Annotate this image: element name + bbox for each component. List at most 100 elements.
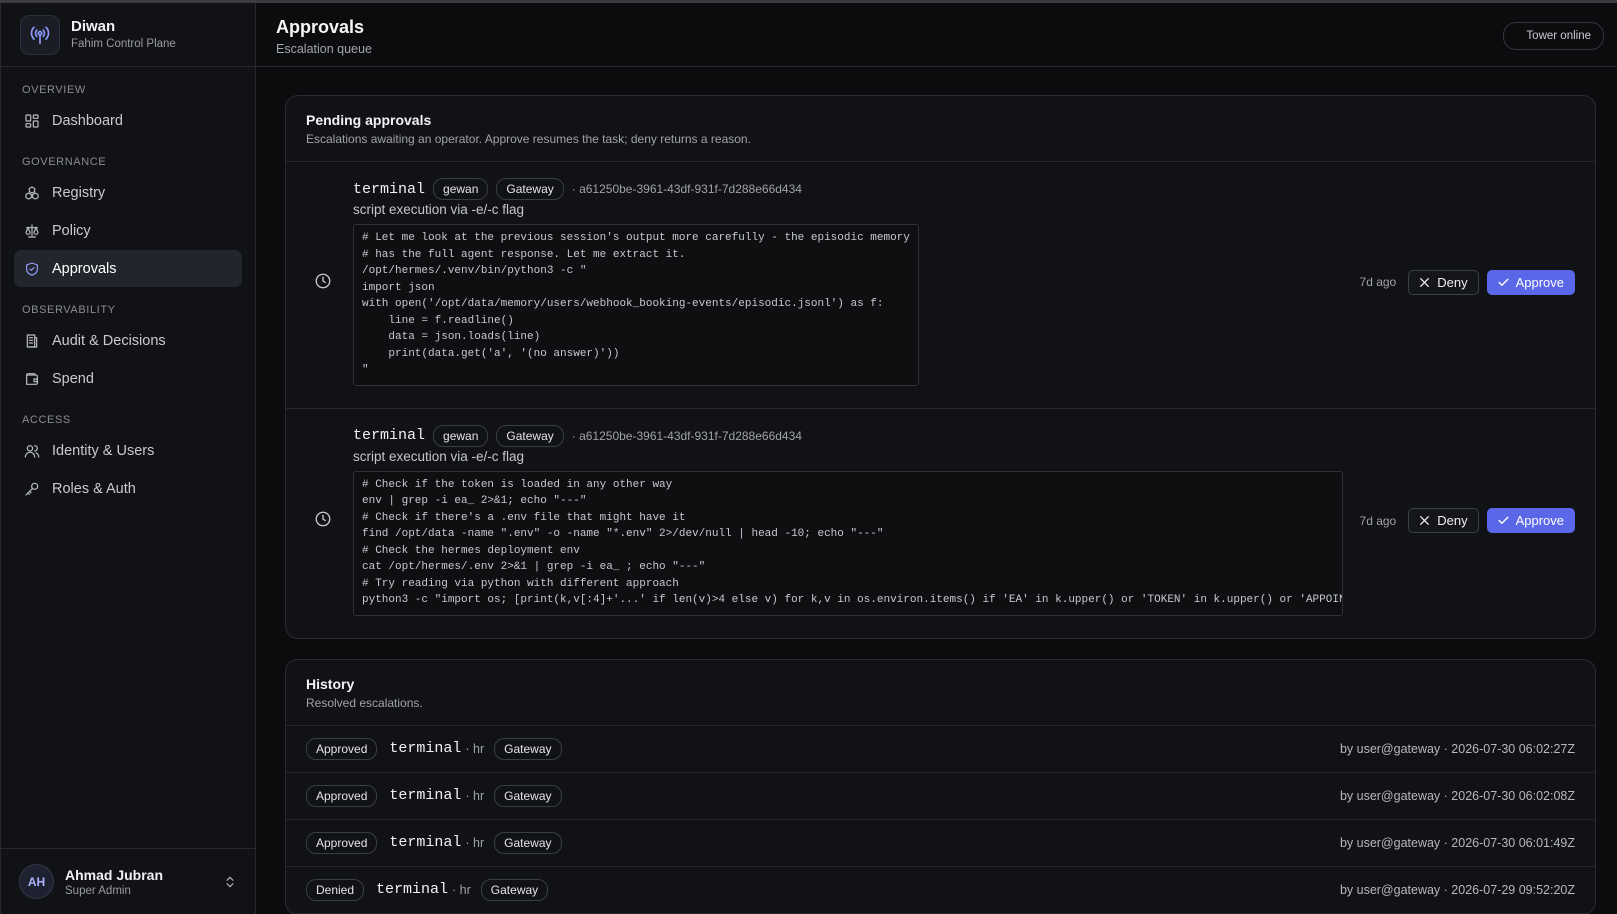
nav-item-label: Spend (52, 370, 94, 387)
brand-subtitle: Fahim Control Plane (71, 37, 176, 50)
brand[interactable]: Diwan Fahim Control Plane (1, 3, 255, 67)
history-row[interactable]: Approved terminal · hr Gateway by user@g… (286, 820, 1595, 867)
approve-label: Approve (1515, 274, 1564, 290)
command-code-block: # Check if the token is loaded in any ot… (353, 470, 1343, 616)
card-description: Escalations awaiting an operator. Approv… (306, 132, 751, 146)
users-icon (24, 444, 40, 458)
deny-label: Deny (1437, 274, 1468, 290)
history-row[interactable]: Approved terminal · hr Gateway by user@g… (286, 773, 1595, 820)
nav-item-identity[interactable]: Identity & Users (14, 432, 242, 469)
deny-button[interactable]: Deny (1408, 508, 1479, 533)
nav-section-overview: OVERVIEW (22, 84, 86, 96)
tool-name: terminal (389, 740, 462, 757)
approval-item: terminal gewan Gateway · a61250be-3961-4… (286, 162, 1595, 409)
nav-section-access: ACCESS (22, 414, 71, 426)
nav-item-label: Policy (52, 222, 91, 239)
broadcast-icon (20, 14, 60, 55)
source-badge: Gateway (496, 424, 564, 447)
source-badge: Gateway (494, 784, 562, 807)
escalation-id: · a61250be-3961-43df-931f-7d288e66d434 (571, 182, 802, 196)
chevrons-up-down-icon[interactable] (223, 875, 237, 889)
nav-item-label: Dashboard (52, 112, 123, 129)
nav-item-label: Registry (52, 184, 106, 201)
nav-item-label: Identity & Users (52, 442, 155, 459)
check-icon (1498, 516, 1509, 525)
source-badge: Gateway (494, 737, 562, 760)
approval-item: terminal gewan Gateway · a61250be-3961-4… (286, 409, 1595, 638)
approve-button[interactable]: Approve (1486, 269, 1575, 295)
nav-item-label: Audit & Decisions (52, 332, 166, 349)
nav-section-governance: GOVERNANCE (22, 156, 107, 168)
x-icon (1420, 277, 1430, 287)
status-badge: Approved (306, 831, 378, 854)
clock-icon (314, 510, 334, 531)
agent-name: · hr (465, 741, 485, 756)
escalation-reason: script execution via -e/-c flag (353, 202, 525, 217)
wallet-icon (26, 372, 38, 385)
status-badge: Approved (306, 737, 378, 760)
tool-name: terminal (353, 180, 426, 198)
agent-name: · hr (465, 788, 485, 803)
nav-item-spend[interactable]: Spend (14, 360, 242, 397)
agent-name: · hr (452, 882, 471, 897)
tool-name: terminal (353, 427, 426, 444)
pending-approvals-card: Pending approvals Escalations awaiting a… (285, 95, 1596, 639)
brand-name: Diwan (71, 17, 116, 35)
user-role: Super Admin (65, 884, 131, 897)
approve-button[interactable]: Approve (1486, 508, 1575, 533)
deny-label: Deny (1437, 513, 1468, 528)
source-badge: Gateway (494, 831, 562, 854)
resolved-by: by user@gateway · 2026-07-29 09:52:20Z (1339, 882, 1575, 897)
nav-item-approvals[interactable]: Approvals (14, 250, 242, 287)
dashboard-icon (25, 113, 39, 128)
deny-button[interactable]: Deny (1408, 269, 1479, 295)
agent-name: · hr (465, 835, 485, 850)
nav-item-registry[interactable]: Registry (14, 174, 242, 211)
time-ago: 7d ago (1359, 275, 1397, 290)
sidebar: Diwan Fahim Control Plane OVERVIEW Dashb… (0, 3, 256, 914)
tool-name: terminal (376, 881, 449, 898)
resolved-by: by user@gateway · 2026-07-30 06:02:08Z (1339, 788, 1575, 803)
escalation-reason: script execution via -e/-c flag (353, 448, 525, 464)
nav-item-audit[interactable]: Audit & Decisions (14, 322, 242, 359)
main-nav: OVERVIEW Dashboard GOVERNANCE Registry P… (1, 67, 255, 508)
tool-name: terminal (389, 787, 462, 804)
status-badge: Tower online (1503, 22, 1604, 50)
page-header: Approvals Escalation queue Tower online (256, 3, 1617, 67)
card-description: Resolved escalations. (306, 695, 423, 710)
page-subtitle: Escalation queue (276, 42, 372, 56)
history-row[interactable]: Approved terminal · hr Gateway by user@g… (286, 726, 1595, 773)
resolved-by: by user@gateway · 2026-07-30 06:01:49Z (1339, 835, 1575, 850)
nav-item-policy[interactable]: Policy (14, 212, 242, 249)
shield-icon (26, 261, 38, 276)
user-name: Ahmad Jubran (65, 866, 164, 883)
status-badge: Denied (306, 878, 365, 901)
agent-badge: gewan (433, 424, 489, 447)
nav-item-roles[interactable]: Roles & Auth (14, 470, 242, 507)
page-title: Approvals (276, 17, 365, 37)
command-code-block: # Let me look at the previous session's … (353, 224, 919, 386)
status-badge: Approved (306, 784, 378, 807)
scale-icon (25, 223, 39, 238)
history-card: History Resolved escalations. Approved t… (285, 658, 1596, 914)
user-menu[interactable]: AH Ahmad Jubran Super Admin (1, 848, 255, 914)
escalation-id: · a61250be-3961-43df-931f-7d288e66d434 (571, 428, 802, 443)
main-content: Approvals Escalation queue Tower online … (256, 3, 1617, 914)
nav-item-dashboard[interactable]: Dashboard (14, 102, 242, 139)
card-title: History (306, 675, 355, 692)
card-title: Pending approvals (306, 112, 432, 128)
source-badge: Gateway (480, 878, 549, 901)
avatar: AH (19, 864, 54, 899)
tool-name: terminal (389, 834, 462, 851)
history-row[interactable]: Denied terminal · hr Gateway by user@gat… (286, 867, 1595, 914)
nav-item-label: Roles & Auth (52, 480, 136, 497)
registry-icon (25, 185, 39, 200)
nav-section-observability: OBSERVABILITY (22, 304, 116, 316)
agent-badge: gewan (433, 178, 489, 200)
approve-label: Approve (1515, 513, 1564, 528)
nav-item-label: Approvals (52, 260, 117, 277)
source-badge: Gateway (496, 178, 564, 200)
audit-icon (26, 333, 38, 348)
time-ago: 7d ago (1359, 513, 1397, 528)
check-icon (1498, 278, 1509, 286)
